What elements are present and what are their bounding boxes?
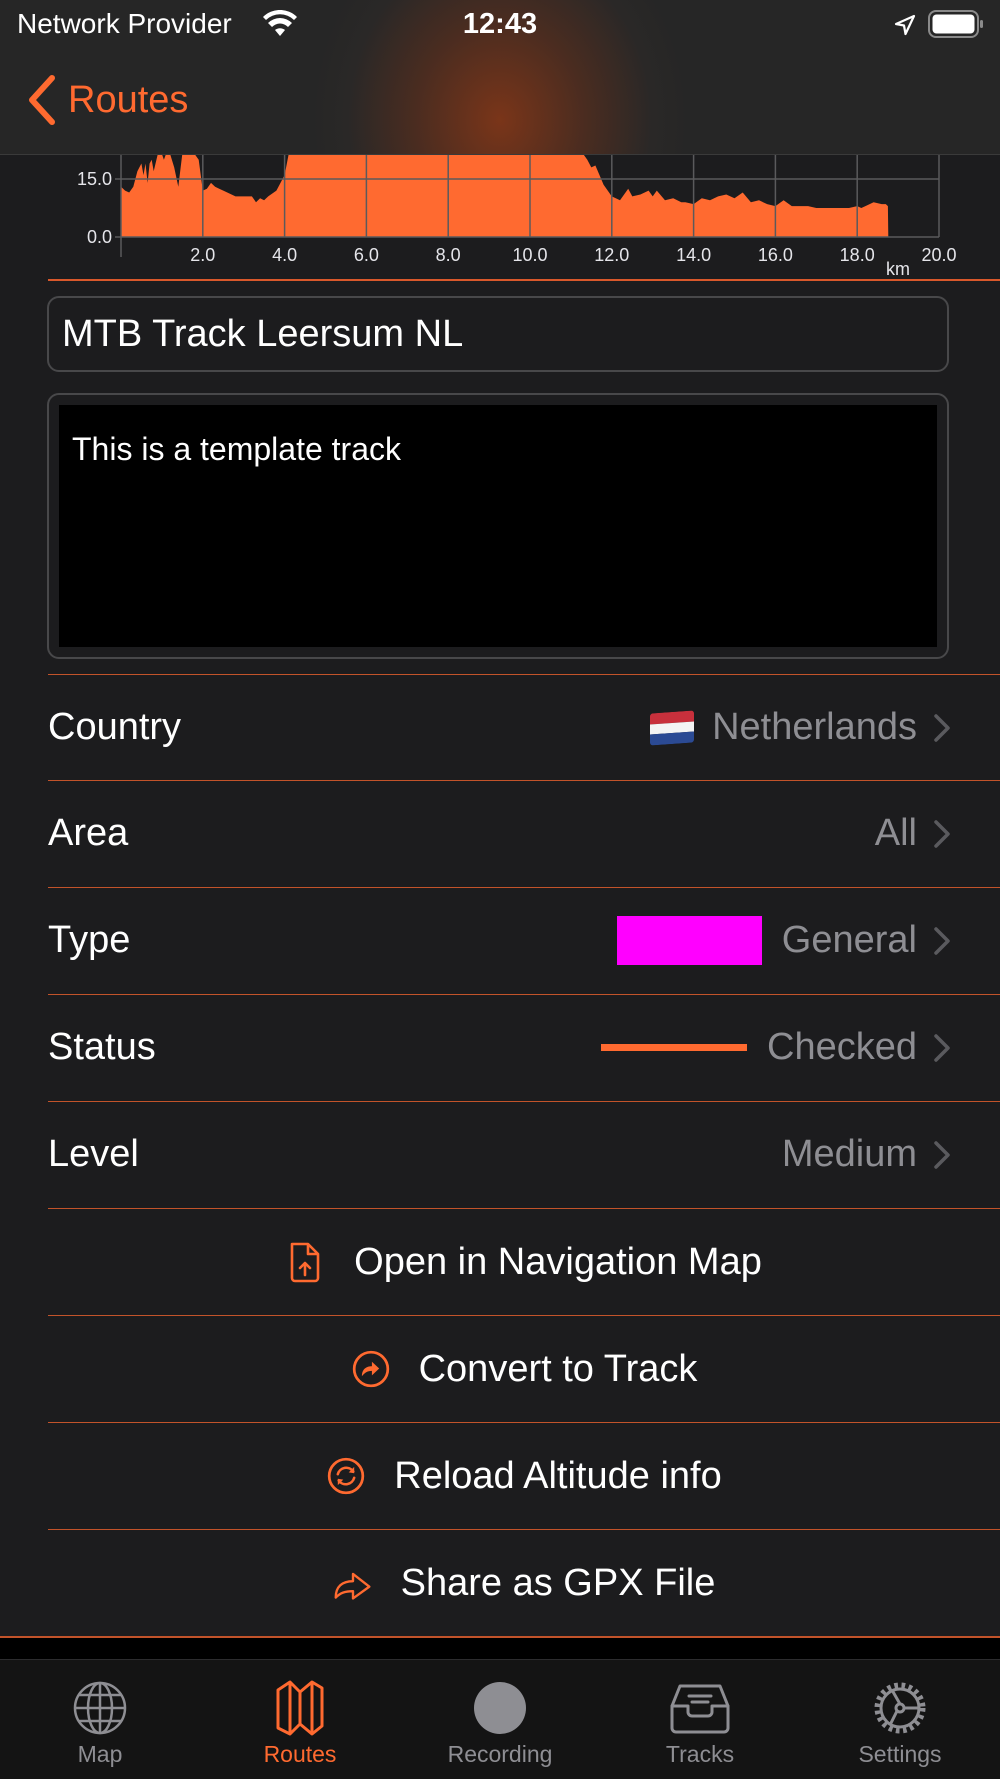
location-arrow-icon bbox=[894, 14, 916, 36]
row-label: Status bbox=[48, 1026, 156, 1068]
route-name-input[interactable]: MTB Track Leersum NL bbox=[47, 296, 949, 372]
open-in-navigation-map-button[interactable]: Open in Navigation Map bbox=[48, 1208, 1000, 1315]
navigation-header: Network Provider 12:43 Routes bbox=[0, 0, 1000, 155]
row-country[interactable]: Country Netherlands bbox=[48, 674, 1000, 780]
route-name-value: MTB Track Leersum NL bbox=[62, 312, 464, 355]
x-tick-label: 4.0 bbox=[272, 245, 297, 265]
convert-to-track-button[interactable]: Convert to Track bbox=[48, 1315, 1000, 1422]
row-status[interactable]: Status Checked bbox=[48, 994, 1000, 1100]
chevron-left-icon bbox=[29, 75, 55, 125]
tab-label: Map bbox=[77, 1741, 123, 1767]
type-color-swatch bbox=[616, 916, 762, 965]
chevron-right-icon bbox=[934, 1140, 950, 1169]
description-value: This is a template track bbox=[72, 431, 401, 467]
x-tick-label: 20.0 bbox=[921, 245, 956, 265]
action-label: Reload Altitude info bbox=[394, 1454, 722, 1497]
status-time: 12:43 bbox=[462, 8, 538, 40]
row-area[interactable]: Area All bbox=[48, 780, 1000, 886]
tab-tracks[interactable]: Tracks bbox=[600, 1660, 800, 1779]
x-axis-unit-label: km bbox=[886, 259, 910, 279]
tab-bar: Map Routes Recording Tracks Settings bbox=[0, 1659, 1000, 1779]
row-label: Area bbox=[48, 812, 129, 854]
gear-icon bbox=[874, 1682, 926, 1734]
tab-label: Tracks bbox=[665, 1741, 735, 1767]
globe-icon bbox=[73, 1681, 127, 1735]
folded-map-icon bbox=[276, 1680, 324, 1736]
circle-arrow-forward-icon bbox=[352, 1350, 389, 1388]
row-value: General bbox=[781, 919, 917, 961]
battery-icon bbox=[928, 10, 983, 38]
row-level[interactable]: Level Medium bbox=[48, 1101, 1000, 1207]
share-as-gpx-file-button[interactable]: Share as GPX File bbox=[48, 1529, 1000, 1636]
record-circle-icon bbox=[474, 1682, 526, 1734]
x-tick-label: 10.0 bbox=[512, 245, 547, 265]
status-line-swatch bbox=[601, 1044, 748, 1051]
tab-routes[interactable]: Routes bbox=[200, 1660, 400, 1779]
action-label: Convert to Track bbox=[418, 1347, 698, 1390]
description-textarea[interactable]: This is a template track bbox=[59, 405, 937, 647]
row-type[interactable]: Type General bbox=[48, 887, 1000, 993]
row-value: Medium bbox=[781, 1133, 917, 1175]
x-tick-label: 16.0 bbox=[758, 245, 793, 265]
x-tick-label: 2.0 bbox=[190, 245, 215, 265]
back-button[interactable]: Routes bbox=[26, 70, 188, 130]
status-bar: Network Provider 12:43 bbox=[0, 0, 1000, 50]
chevron-right-icon bbox=[934, 713, 950, 742]
chevron-right-icon bbox=[934, 819, 950, 848]
y-tick-label: 0.0 bbox=[87, 227, 112, 247]
share-arrow-icon bbox=[334, 1572, 371, 1600]
row-value: Netherlands bbox=[712, 706, 917, 748]
action-label: Open in Navigation Map bbox=[354, 1240, 762, 1283]
x-tick-label: 8.0 bbox=[436, 245, 461, 265]
document-upload-icon bbox=[290, 1242, 320, 1283]
x-tick-label: 18.0 bbox=[840, 245, 875, 265]
circle-refresh-icon bbox=[328, 1457, 365, 1495]
description-field: This is a template track bbox=[47, 393, 949, 659]
row-label: Country bbox=[48, 706, 182, 748]
x-tick-label: 12.0 bbox=[594, 245, 629, 265]
action-label: Share as GPX File bbox=[400, 1561, 716, 1604]
row-value: Checked bbox=[767, 1026, 917, 1068]
tray-icon bbox=[670, 1684, 730, 1734]
chevron-right-icon bbox=[934, 926, 950, 955]
tab-settings[interactable]: Settings bbox=[800, 1660, 1000, 1779]
row-value: All bbox=[874, 812, 917, 854]
row-label: Type bbox=[48, 919, 131, 961]
reload-altitude-info-button[interactable]: Reload Altitude info bbox=[48, 1422, 1000, 1529]
tab-map[interactable]: Map bbox=[0, 1660, 200, 1779]
tab-label: Recording bbox=[447, 1741, 553, 1767]
tab-label: Routes bbox=[263, 1741, 337, 1767]
chevron-right-icon bbox=[934, 1033, 950, 1062]
back-label: Routes bbox=[68, 78, 189, 121]
netherlands-flag-icon bbox=[650, 709, 695, 746]
tab-label: Settings bbox=[858, 1741, 942, 1767]
chart-separator bbox=[48, 279, 1000, 281]
row-label: Level bbox=[48, 1133, 139, 1175]
tab-recording[interactable]: Recording bbox=[400, 1660, 600, 1779]
list-footer bbox=[0, 1638, 1000, 1659]
x-tick-label: 6.0 bbox=[354, 245, 379, 265]
x-tick-label: 14.0 bbox=[676, 245, 711, 265]
y-tick-label: 15.0 bbox=[77, 169, 112, 189]
